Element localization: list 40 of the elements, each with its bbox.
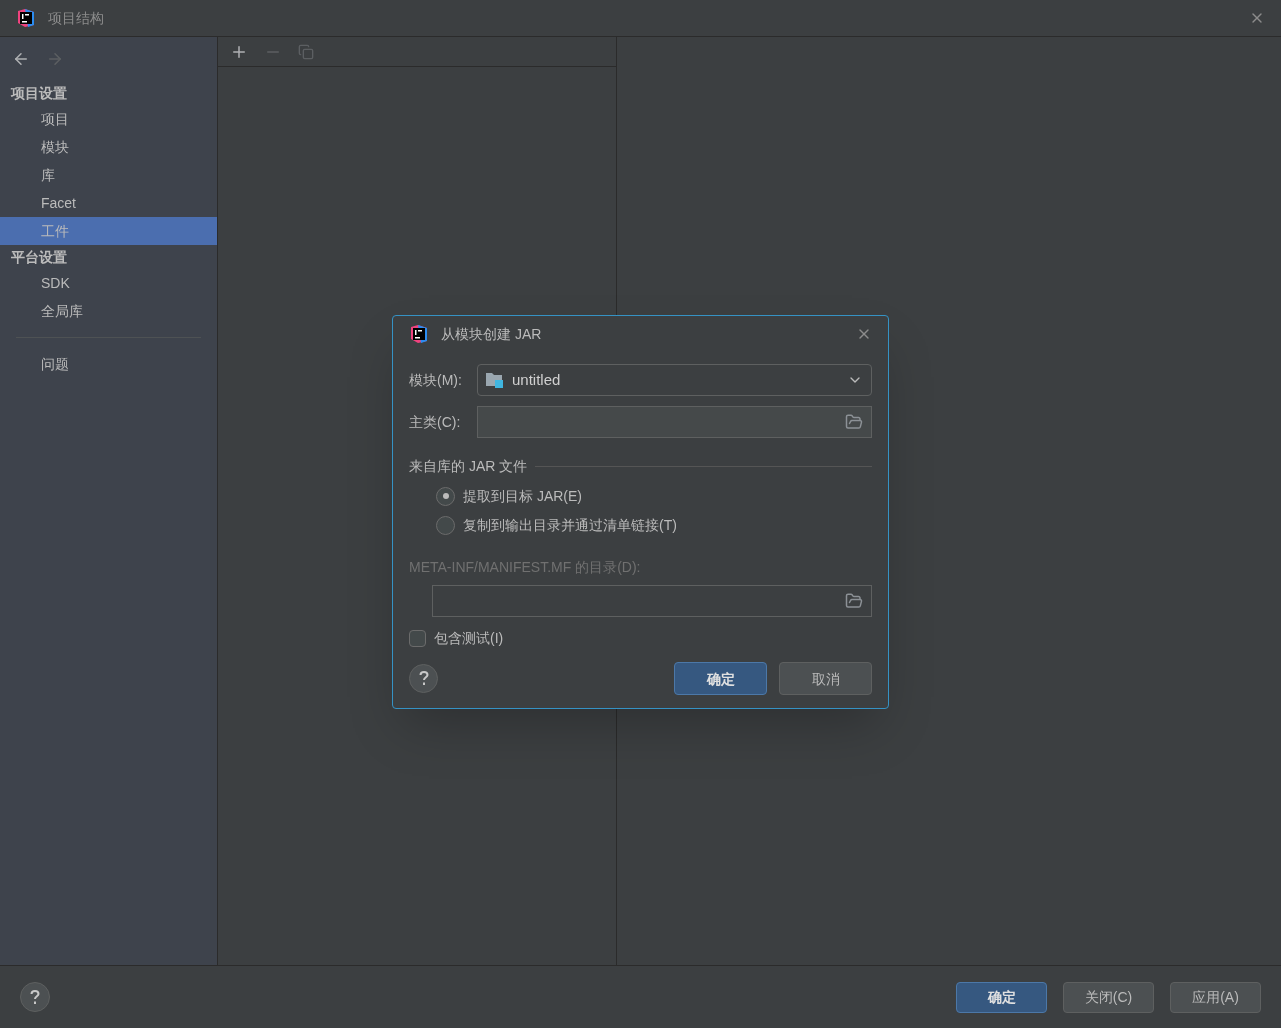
- field-label: 模块(M):: [409, 371, 463, 390]
- checkbox-label: 包含测试(I): [434, 629, 504, 648]
- dialog-title: 从模块创建 JAR: [441, 325, 542, 344]
- sidebar-item[interactable]: 工件: [0, 217, 217, 245]
- help-button[interactable]: [409, 664, 438, 693]
- app-logo-icon: [16, 8, 36, 28]
- sidebar-item[interactable]: 问题: [0, 350, 217, 378]
- button[interactable]: 应用(A): [1170, 981, 1261, 1013]
- button[interactable]: 关闭(C): [1063, 981, 1154, 1013]
- folder-icon[interactable]: [845, 413, 863, 431]
- sidebar-item[interactable]: SDK: [0, 269, 217, 297]
- button[interactable]: 取消: [779, 662, 872, 695]
- main-class-field[interactable]: [477, 406, 872, 438]
- radio-button[interactable]: [436, 515, 455, 535]
- folder-icon[interactable]: [845, 592, 863, 610]
- question-mark-icon: [418, 671, 429, 686]
- app-logo-icon: [409, 324, 429, 344]
- section-heading: 项目设置: [9, 84, 68, 103]
- sidebar-item[interactable]: 项目: [0, 105, 217, 133]
- group-title: 来自库的 JAR 文件: [409, 457, 528, 476]
- radio-label: 提取到目标 JAR(E): [463, 487, 582, 506]
- manifest-directory-field[interactable]: [432, 585, 872, 617]
- help-button[interactable]: [20, 982, 50, 1012]
- question-mark-icon: [30, 989, 40, 1005]
- ok-button[interactable]: 确定: [956, 981, 1047, 1013]
- sidebar-item[interactable]: 模块: [0, 133, 217, 161]
- sidebar-item[interactable]: Facet: [0, 189, 217, 217]
- sidebar-item[interactable]: 库: [0, 161, 217, 189]
- ok-button[interactable]: 确定: [674, 662, 767, 695]
- module-dropdown[interactable]: untitled: [477, 364, 872, 396]
- sidebar-item[interactable]: 全局库: [0, 297, 217, 325]
- radio-label: 复制到输出目录并通过清单链接(T): [463, 516, 677, 535]
- section-heading: 平台设置: [10, 248, 68, 267]
- radio-button[interactable]: [436, 486, 455, 506]
- module-folder-icon: [486, 372, 504, 388]
- dropdown-value: untitled: [512, 369, 562, 390]
- window-title: 项目结构: [48, 9, 104, 28]
- copy-icon[interactable]: [298, 43, 314, 60]
- field-label: 主类(C):: [409, 413, 462, 432]
- checkbox[interactable]: [409, 629, 426, 647]
